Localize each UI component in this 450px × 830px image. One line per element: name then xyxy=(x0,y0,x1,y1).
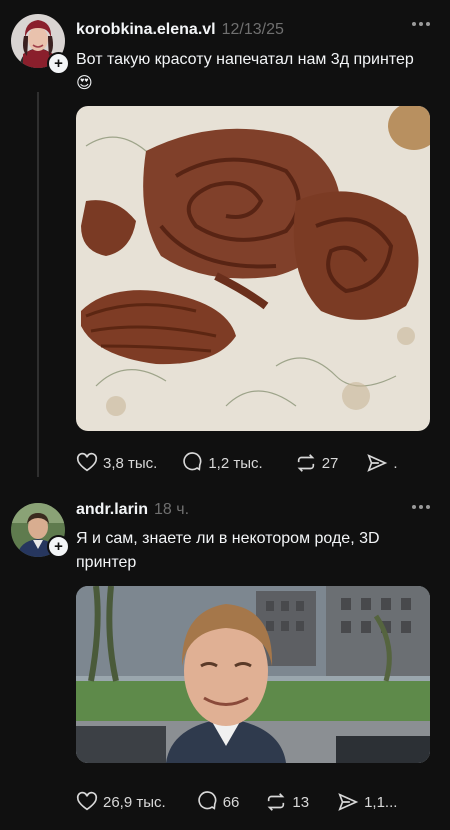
follow-button[interactable]: + xyxy=(47,52,70,75)
thread-line xyxy=(37,92,39,477)
share-count: 1,1... xyxy=(364,793,398,811)
like-button[interactable]: 3,8 тыс. xyxy=(76,452,157,474)
follow-button[interactable]: + xyxy=(47,535,70,558)
post-1: + korobkina.elena.vl 12/13/25 Вот такую … xyxy=(0,0,450,490)
more-icon[interactable] xyxy=(412,22,430,26)
comment-icon xyxy=(198,791,217,810)
post-text: Вот такую красоту напечатал нам 3д принт… xyxy=(76,51,414,92)
post-header: korobkina.elena.vl 12/13/25 xyxy=(76,18,284,42)
timestamp: 12/13/25 xyxy=(221,21,284,38)
plus-icon: + xyxy=(54,55,63,72)
heart-icon xyxy=(76,452,98,472)
repost-count: 27 xyxy=(321,454,339,472)
action-bar: 3,8 тыс. 1,2 тыс. 27 . xyxy=(76,451,398,475)
repost-icon xyxy=(267,793,285,811)
like-count: 26,9 тыс. xyxy=(103,793,166,811)
comment-count: 66 xyxy=(222,793,240,811)
share-icon xyxy=(338,793,359,811)
comment-button[interactable]: 66 xyxy=(196,791,240,813)
share-button[interactable]: 1,1... xyxy=(337,791,397,813)
post-text: Я и сам, знаете ли в некотором роде, 3D … xyxy=(76,530,380,571)
share-icon xyxy=(367,454,388,472)
share-button[interactable]: . xyxy=(366,452,398,474)
username[interactable]: korobkina.elena.vl xyxy=(76,21,216,39)
post-image[interactable] xyxy=(76,106,430,431)
like-count: 3,8 тыс. xyxy=(103,454,158,472)
action-bar: 26,9 тыс. 66 13 1,1... xyxy=(76,790,397,814)
share-count: . xyxy=(393,454,398,472)
heart-icon xyxy=(76,791,98,811)
repost-count: 13 xyxy=(292,793,310,811)
repost-button[interactable]: 13 xyxy=(265,791,309,813)
repost-button[interactable]: 27 xyxy=(295,452,339,474)
comment-count: 1,2 тыс. xyxy=(208,454,263,472)
post-2: + andr.larin 18 ч. Я и сам, знаете ли в … xyxy=(0,490,450,830)
comment-icon xyxy=(183,452,202,471)
like-button[interactable]: 26,9 тыс. xyxy=(76,791,166,813)
post-header: andr.larin 18 ч. xyxy=(76,498,189,522)
comment-button[interactable]: 1,2 тыс. xyxy=(181,452,263,474)
post-image[interactable] xyxy=(76,586,430,763)
plus-icon: + xyxy=(54,538,63,555)
username[interactable]: andr.larin xyxy=(76,501,148,519)
repost-icon xyxy=(297,454,315,472)
timestamp: 18 ч. xyxy=(154,501,190,518)
more-icon[interactable] xyxy=(412,505,430,509)
